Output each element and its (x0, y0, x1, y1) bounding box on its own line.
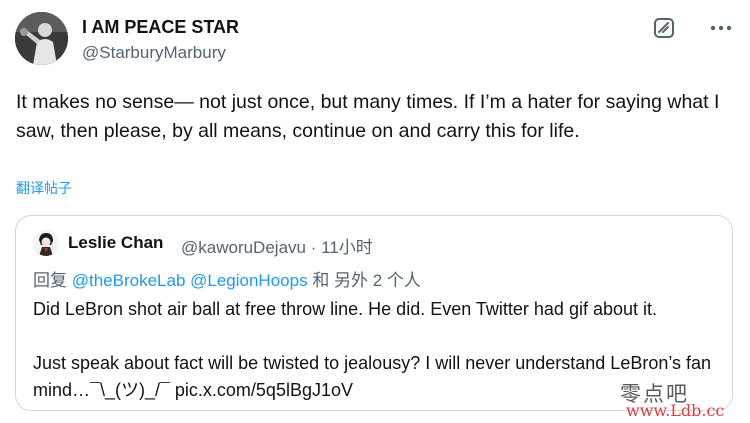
grok-icon[interactable] (652, 16, 676, 40)
author-avatar[interactable] (15, 12, 68, 65)
reply-others[interactable]: 和 另外 2 个人 (312, 271, 421, 290)
author-name[interactable]: I AM PEACE STAR (82, 17, 239, 38)
translate-post-link[interactable]: 翻译帖子 (16, 178, 72, 198)
quoted-author-handle[interactable]: @kaworuDejavu (181, 238, 306, 257)
replying-to: 回复 @theBrokeLab @LegionHoops 和 另外 2 个人 (33, 266, 421, 291)
quoted-text-paragraph-1: Did LeBron shot air ball at free throw l… (33, 299, 658, 319)
tweet-text: It makes no sense— not just once, but ma… (16, 91, 720, 142)
quoted-author-avatar[interactable] (33, 230, 59, 256)
more-horizontal-icon[interactable] (707, 16, 735, 40)
reply-prefix: 回复 (33, 271, 67, 290)
meta-separator: · (310, 238, 317, 257)
quoted-time[interactable]: 11小时 (321, 238, 373, 257)
tweet-card: I AM PEACE STAR @StarburyMarbury It make… (0, 0, 750, 423)
quoted-author-name[interactable]: Leslie Chan (68, 233, 163, 253)
watermark-site-url: www.Ldb.cc (626, 401, 725, 420)
quoted-meta: @kaworuDejavu · 11小时 (181, 233, 373, 258)
quoted-avatar-drawing (33, 230, 59, 256)
author-handle[interactable]: @StarburyMarbury (82, 43, 226, 63)
avatar-photo (15, 12, 68, 65)
reply-mentions[interactable]: @theBrokeLab @LegionHoops (72, 271, 308, 290)
